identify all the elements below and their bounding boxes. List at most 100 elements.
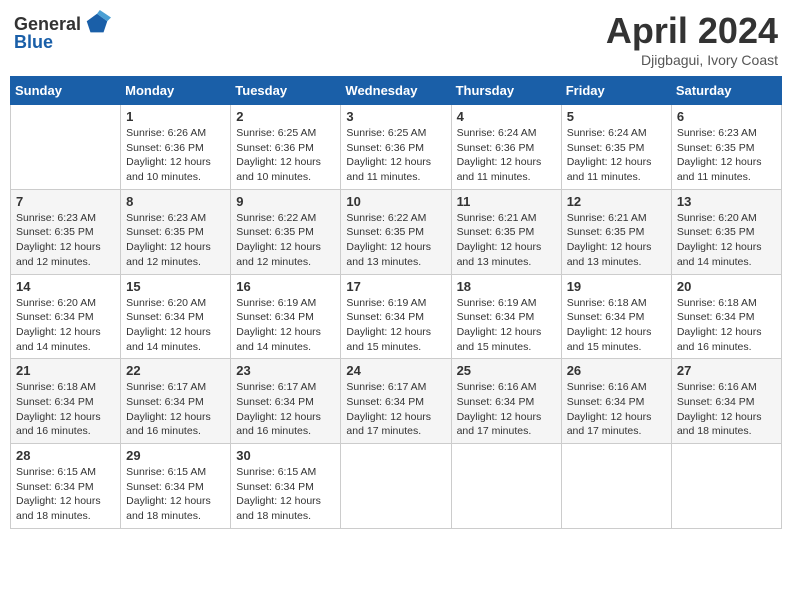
day-info: Sunrise: 6:24 AM Sunset: 6:35 PM Dayligh…: [567, 126, 666, 185]
day-cell: 26 Sunrise: 6:16 AM Sunset: 6:34 PM Dayli…: [561, 359, 671, 444]
day-number: 19: [567, 279, 666, 294]
day-cell: 15Sunrise: 6:20 AM Sunset: 6:34 PM Dayli…: [121, 274, 231, 359]
day-info: Sunrise: 6:15 AM Sunset: 6:34 PM Dayligh…: [236, 465, 335, 524]
week-row-1: 1 Sunrise: 6:26 AM Sunset: 6:36 PM Daylig…: [11, 105, 782, 190]
day-cell: 6Sunrise: 6:23 AM Sunset: 6:35 PM Daylig…: [671, 105, 781, 190]
day-cell: 19 Sunrise: 6:18 AM Sunset: 6:34 PM Dayli…: [561, 274, 671, 359]
day-cell: 21Sunrise: 6:18 AM Sunset: 6:34 PM Dayli…: [11, 359, 121, 444]
day-cell: 28 Sunrise: 6:15 AM Sunset: 6:34 PM Dayli…: [11, 444, 121, 529]
day-cell: 3 Sunrise: 6:25 AM Sunset: 6:36 PM Daylig…: [341, 105, 451, 190]
day-cell: 8 Sunrise: 6:23 AM Sunset: 6:35 PM Daylig…: [121, 189, 231, 274]
day-cell: [341, 444, 451, 529]
day-cell: 12Sunrise: 6:21 AM Sunset: 6:35 PM Dayli…: [561, 189, 671, 274]
day-info: Sunrise: 6:23 AM Sunset: 6:35 PM Dayligh…: [126, 211, 225, 270]
day-cell: 20 Sunrise: 6:18 AM Sunset: 6:34 PM Dayli…: [671, 274, 781, 359]
day-number: 29: [126, 448, 225, 463]
day-cell: 9 Sunrise: 6:22 AM Sunset: 6:35 PM Daylig…: [231, 189, 341, 274]
day-cell: 4 Sunrise: 6:24 AM Sunset: 6:36 PM Daylig…: [451, 105, 561, 190]
weekday-header-saturday: Saturday: [671, 77, 781, 105]
day-number: 9: [236, 194, 335, 209]
week-row-4: 21Sunrise: 6:18 AM Sunset: 6:34 PM Dayli…: [11, 359, 782, 444]
day-cell: 5Sunrise: 6:24 AM Sunset: 6:35 PM Daylig…: [561, 105, 671, 190]
day-number: 18: [457, 279, 556, 294]
day-info: Sunrise: 6:25 AM Sunset: 6:36 PM Dayligh…: [236, 126, 335, 185]
day-number: 24: [346, 363, 445, 378]
week-row-3: 14 Sunrise: 6:20 AM Sunset: 6:34 PM Dayli…: [11, 274, 782, 359]
day-number: 27: [677, 363, 776, 378]
day-cell: [451, 444, 561, 529]
header: General Blue April 2024 Djigbagui, Ivory…: [10, 10, 782, 68]
day-number: 30: [236, 448, 335, 463]
day-cell: 14 Sunrise: 6:20 AM Sunset: 6:34 PM Dayli…: [11, 274, 121, 359]
logo-blue-text: Blue: [14, 32, 53, 53]
day-info: Sunrise: 6:19 AM Sunset: 6:34 PM Dayligh…: [236, 296, 335, 355]
day-cell: [671, 444, 781, 529]
day-info: Sunrise: 6:18 AM Sunset: 6:34 PM Dayligh…: [677, 296, 776, 355]
day-info: Sunrise: 6:15 AM Sunset: 6:34 PM Dayligh…: [16, 465, 115, 524]
day-number: 16: [236, 279, 335, 294]
day-info: Sunrise: 6:20 AM Sunset: 6:34 PM Dayligh…: [126, 296, 225, 355]
day-info: Sunrise: 6:26 AM Sunset: 6:36 PM Dayligh…: [126, 126, 225, 185]
day-info: Sunrise: 6:16 AM Sunset: 6:34 PM Dayligh…: [457, 380, 556, 439]
day-number: 26: [567, 363, 666, 378]
day-info: Sunrise: 6:21 AM Sunset: 6:35 PM Dayligh…: [457, 211, 556, 270]
day-info: Sunrise: 6:23 AM Sunset: 6:35 PM Dayligh…: [16, 211, 115, 270]
day-number: 23: [236, 363, 335, 378]
day-number: 12: [567, 194, 666, 209]
week-row-5: 28 Sunrise: 6:15 AM Sunset: 6:34 PM Dayli…: [11, 444, 782, 529]
day-cell: [11, 105, 121, 190]
day-number: 2: [236, 109, 335, 124]
day-number: 4: [457, 109, 556, 124]
day-cell: 7Sunrise: 6:23 AM Sunset: 6:35 PM Daylig…: [11, 189, 121, 274]
day-number: 22: [126, 363, 225, 378]
location: Djigbagui, Ivory Coast: [606, 52, 778, 68]
weekday-header-sunday: Sunday: [11, 77, 121, 105]
day-info: Sunrise: 6:17 AM Sunset: 6:34 PM Dayligh…: [126, 380, 225, 439]
logo: General Blue: [14, 10, 111, 53]
weekday-header-row: SundayMondayTuesdayWednesdayThursdayFrid…: [11, 77, 782, 105]
day-info: Sunrise: 6:19 AM Sunset: 6:34 PM Dayligh…: [346, 296, 445, 355]
day-cell: 10 Sunrise: 6:22 AM Sunset: 6:35 PM Dayli…: [341, 189, 451, 274]
day-number: 3: [346, 109, 445, 124]
day-number: 14: [16, 279, 115, 294]
day-info: Sunrise: 6:20 AM Sunset: 6:34 PM Dayligh…: [16, 296, 115, 355]
day-number: 8: [126, 194, 225, 209]
day-info: Sunrise: 6:22 AM Sunset: 6:35 PM Dayligh…: [236, 211, 335, 270]
weekday-header-tuesday: Tuesday: [231, 77, 341, 105]
day-cell: [561, 444, 671, 529]
day-number: 1: [126, 109, 225, 124]
day-info: Sunrise: 6:24 AM Sunset: 6:36 PM Dayligh…: [457, 126, 556, 185]
day-info: Sunrise: 6:20 AM Sunset: 6:35 PM Dayligh…: [677, 211, 776, 270]
day-cell: 29Sunrise: 6:15 AM Sunset: 6:34 PM Dayli…: [121, 444, 231, 529]
weekday-header-wednesday: Wednesday: [341, 77, 451, 105]
day-cell: 27 Sunrise: 6:16 AM Sunset: 6:34 PM Dayli…: [671, 359, 781, 444]
week-row-2: 7Sunrise: 6:23 AM Sunset: 6:35 PM Daylig…: [11, 189, 782, 274]
day-cell: 1 Sunrise: 6:26 AM Sunset: 6:36 PM Daylig…: [121, 105, 231, 190]
day-cell: 2 Sunrise: 6:25 AM Sunset: 6:36 PM Daylig…: [231, 105, 341, 190]
logo-icon: [83, 10, 111, 38]
day-info: Sunrise: 6:25 AM Sunset: 6:36 PM Dayligh…: [346, 126, 445, 185]
day-info: Sunrise: 6:16 AM Sunset: 6:34 PM Dayligh…: [567, 380, 666, 439]
month-title: April 2024: [606, 10, 778, 52]
day-number: 10: [346, 194, 445, 209]
day-cell: 17 Sunrise: 6:19 AM Sunset: 6:34 PM Dayli…: [341, 274, 451, 359]
day-number: 28: [16, 448, 115, 463]
day-info: Sunrise: 6:18 AM Sunset: 6:34 PM Dayligh…: [567, 296, 666, 355]
day-cell: 11 Sunrise: 6:21 AM Sunset: 6:35 PM Dayli…: [451, 189, 561, 274]
day-cell: 24Sunrise: 6:17 AM Sunset: 6:34 PM Dayli…: [341, 359, 451, 444]
day-number: 25: [457, 363, 556, 378]
day-number: 17: [346, 279, 445, 294]
day-number: 11: [457, 194, 556, 209]
day-number: 6: [677, 109, 776, 124]
day-info: Sunrise: 6:16 AM Sunset: 6:34 PM Dayligh…: [677, 380, 776, 439]
title-area: April 2024 Djigbagui, Ivory Coast: [606, 10, 778, 68]
calendar: SundayMondayTuesdayWednesdayThursdayFrid…: [10, 76, 782, 529]
day-info: Sunrise: 6:18 AM Sunset: 6:34 PM Dayligh…: [16, 380, 115, 439]
day-info: Sunrise: 6:22 AM Sunset: 6:35 PM Dayligh…: [346, 211, 445, 270]
day-number: 20: [677, 279, 776, 294]
weekday-header-friday: Friday: [561, 77, 671, 105]
day-cell: 30 Sunrise: 6:15 AM Sunset: 6:34 PM Dayli…: [231, 444, 341, 529]
weekday-header-monday: Monday: [121, 77, 231, 105]
day-cell: 22 Sunrise: 6:17 AM Sunset: 6:34 PM Dayli…: [121, 359, 231, 444]
day-number: 13: [677, 194, 776, 209]
